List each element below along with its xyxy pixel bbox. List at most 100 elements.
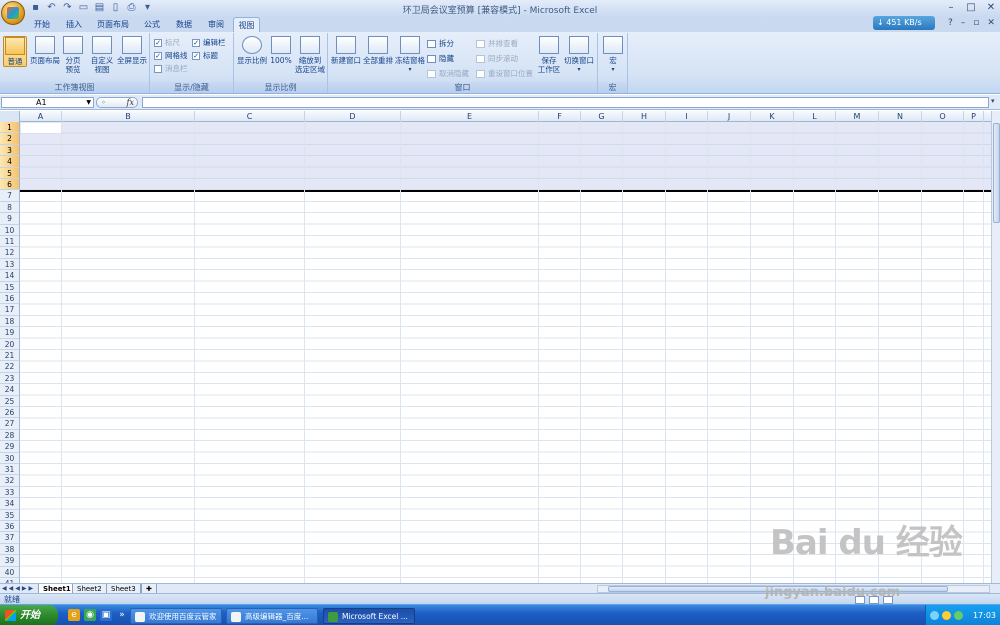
column-header-l[interactable]: L (794, 111, 836, 122)
expand-formula-icon[interactable]: ▾ (991, 97, 995, 105)
column-header-h[interactable]: H (623, 111, 666, 122)
row-header-16[interactable]: 16 (0, 293, 20, 305)
column-header-p[interactable]: P (964, 111, 984, 122)
row-header-21[interactable]: 21 (0, 350, 20, 362)
row-header-37[interactable]: 37 (0, 532, 20, 544)
row-header-31[interactable]: 31 (0, 464, 20, 476)
row-header-1[interactable]: 1 (0, 122, 20, 134)
column-header-j[interactable]: J (708, 111, 751, 122)
office-button[interactable] (1, 1, 25, 25)
column-header-k[interactable]: K (751, 111, 794, 122)
row-header-13[interactable]: 13 (0, 258, 20, 271)
row-header-33[interactable]: 33 (0, 486, 20, 499)
select-all-corner[interactable] (0, 111, 20, 122)
ribbon-minimize-icon[interactable]: – (961, 18, 966, 28)
new-window-button[interactable]: 新建窗口 (331, 36, 361, 65)
row-header-9[interactable]: 9 (0, 213, 20, 225)
column-header-f[interactable]: F (539, 111, 581, 122)
freeze-panes-button[interactable]: 冻结窗格 ▾ (395, 36, 425, 74)
row-header-8[interactable]: 8 (0, 201, 20, 214)
formula-bar-checkbox[interactable]: ✓ 编辑栏 (192, 37, 226, 48)
row-header-25[interactable]: 25 (0, 395, 20, 407)
zoom-100-button[interactable]: 100% (270, 36, 292, 65)
close-icon[interactable]: ✕ (986, 2, 996, 13)
row-header-18[interactable]: 18 (0, 315, 20, 328)
row-header-7[interactable]: 7 (0, 190, 20, 202)
unhide-button[interactable]: 取消隐藏 (427, 68, 469, 79)
column-header-n[interactable]: N (879, 111, 922, 122)
row-header-17[interactable]: 17 (0, 304, 20, 316)
gridlines-checkbox[interactable]: ✓ 网格线 (154, 50, 188, 61)
zoom-to-selection-button[interactable]: 缩放到 选定区域 (294, 36, 326, 74)
save-workspace-button[interactable]: 保存 工作区 (536, 36, 562, 74)
row-header-22[interactable]: 22 (0, 361, 20, 373)
row-header-4[interactable]: 4 (0, 156, 20, 168)
tab-formulas[interactable]: 公式 (138, 17, 166, 32)
row-header-34[interactable]: 34 (0, 498, 20, 510)
maximize-icon[interactable]: □ (966, 2, 976, 13)
row-header-20[interactable]: 20 (0, 338, 20, 350)
row-header-14[interactable]: 14 (0, 270, 20, 282)
headings-checkbox[interactable]: ✓ 标题 (192, 50, 218, 61)
row-header-38[interactable]: 38 (0, 543, 20, 556)
ribbon-restore-icon[interactable]: ▫ (973, 18, 979, 28)
custom-view-button[interactable]: 自定义 视图 (90, 36, 114, 74)
column-header-c[interactable]: C (195, 111, 305, 122)
tab-home[interactable]: 开始 (28, 17, 56, 32)
row-header-39[interactable]: 39 (0, 555, 20, 567)
tab-data[interactable]: 数据 (170, 17, 198, 32)
column-header-o[interactable]: O (922, 111, 964, 122)
task-editor[interactable]: 高级编辑器_百度... (226, 608, 318, 624)
row-header-15[interactable]: 15 (0, 281, 20, 293)
arrange-all-button[interactable]: 全部重排 (363, 36, 393, 65)
quicklaunch-ie-icon[interactable]: e (68, 609, 80, 621)
tab-page-layout[interactable]: 页面布局 (92, 17, 134, 32)
cell-area[interactable] (20, 122, 991, 583)
start-button[interactable]: 开始 (0, 605, 58, 625)
row-header-29[interactable]: 29 (0, 441, 20, 453)
column-header-b[interactable]: B (62, 111, 195, 122)
row-header-24[interactable]: 24 (0, 384, 20, 396)
row-header-36[interactable]: 36 (0, 521, 20, 533)
column-header-a[interactable]: A (20, 111, 62, 122)
tray-security-icon[interactable] (942, 611, 951, 620)
tab-view[interactable]: 视图 (233, 17, 260, 33)
row-header-10[interactable]: 10 (0, 224, 20, 236)
row-header-23[interactable]: 23 (0, 372, 20, 385)
task-excel[interactable]: Microsoft Excel ... (323, 608, 415, 624)
row-header-19[interactable]: 19 (0, 327, 20, 339)
macros-button[interactable]: 宏 ▾ (602, 36, 624, 74)
name-box[interactable]: A1 ▼ (1, 97, 94, 108)
minimize-icon[interactable]: – (946, 2, 956, 13)
fullscreen-button[interactable]: 全屏显示 (116, 36, 148, 65)
page-layout-view-button[interactable]: 页面布局 (30, 36, 60, 65)
reset-window-position-button[interactable]: 重设窗口位置 (476, 68, 533, 79)
message-bar-checkbox[interactable]: 消息栏 (154, 63, 188, 74)
column-header-d[interactable]: D (305, 111, 401, 122)
row-header-11[interactable]: 11 (0, 236, 20, 248)
quicklaunch-desktop-icon[interactable]: ▣ (100, 609, 112, 621)
quicklaunch-browser-icon[interactable]: ◉ (84, 609, 96, 621)
normal-view-button[interactable]: 普通 (3, 36, 27, 67)
column-header-e[interactable]: E (401, 111, 539, 122)
row-header-40[interactable]: 40 (0, 566, 20, 578)
task-baidu-cloud[interactable]: 欢迎使用百度云管家 (130, 608, 222, 624)
row-header-28[interactable]: 28 (0, 429, 20, 442)
tray-volume-icon[interactable] (954, 611, 963, 620)
sync-scroll-button[interactable]: 同步滚动 (476, 53, 518, 64)
row-header-26[interactable]: 26 (0, 407, 20, 419)
row-header-5[interactable]: 5 (0, 167, 20, 179)
hide-button[interactable]: 隐藏 (427, 53, 454, 64)
name-box-dropdown-icon[interactable]: ▼ (86, 98, 91, 108)
split-button[interactable]: 拆分 (427, 38, 454, 49)
column-header-i[interactable]: I (666, 111, 708, 122)
active-cell-a1[interactable] (21, 123, 62, 133)
tab-insert[interactable]: 插入 (60, 17, 88, 32)
ruler-checkbox[interactable]: ✓ 标尺 (154, 37, 180, 48)
insert-function-button[interactable]: ◦ fx (96, 97, 138, 108)
vertical-scrollbar[interactable] (991, 111, 1000, 583)
column-header-g[interactable]: G (581, 111, 623, 122)
zoom-button[interactable]: 显示比例 (236, 36, 268, 65)
side-by-side-button[interactable]: 并排查看 (476, 38, 518, 49)
row-header-30[interactable]: 30 (0, 452, 20, 464)
